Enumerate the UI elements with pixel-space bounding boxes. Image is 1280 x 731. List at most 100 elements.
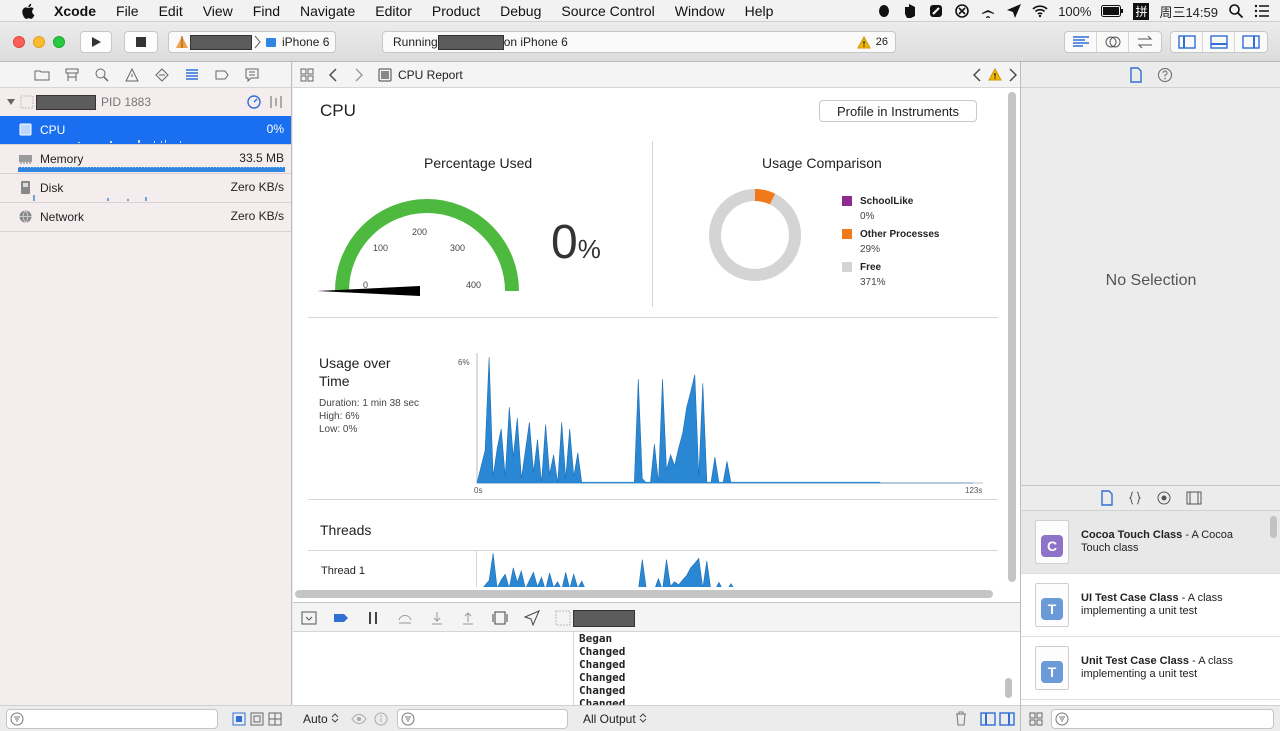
variables-view[interactable] xyxy=(293,632,574,705)
navigator-filter-field[interactable] xyxy=(6,709,218,729)
profile-in-instruments-button[interactable]: Profile in Instruments xyxy=(819,100,977,122)
jumpbar-title[interactable]: CPU Report xyxy=(398,68,463,82)
console-output[interactable]: Began Changed Changed Changed Changed Ch… xyxy=(574,632,1020,705)
library-scrollbar[interactable] xyxy=(1270,516,1277,538)
simulate-location-icon[interactable] xyxy=(524,610,540,626)
file-template-library-icon[interactable] xyxy=(1100,490,1114,506)
stop-button[interactable] xyxy=(124,31,158,53)
code-snippet-library-icon[interactable] xyxy=(1128,490,1142,506)
gauge-network[interactable]: Network Zero KB/s xyxy=(0,203,291,232)
menu-window[interactable]: Window xyxy=(675,3,725,19)
view-hierarchy-icon[interactable] xyxy=(492,610,508,626)
step-over-icon[interactable] xyxy=(397,610,413,626)
menu-debug[interactable]: Debug xyxy=(500,3,541,19)
issue-warning-icon[interactable] xyxy=(124,67,140,83)
notification-center-icon[interactable] xyxy=(1254,3,1270,19)
location-arrow-icon[interactable] xyxy=(1006,3,1022,19)
wifi-icon[interactable] xyxy=(1032,3,1048,19)
version-editor-button[interactable] xyxy=(1129,32,1161,52)
variables-filter-field[interactable] xyxy=(397,709,568,729)
airplane-icon[interactable] xyxy=(980,3,996,19)
previous-issue-icon[interactable] xyxy=(972,68,982,82)
debug-gauges-icon[interactable] xyxy=(184,67,200,83)
battery-percent[interactable]: 100% xyxy=(1058,4,1091,19)
evernote-icon[interactable] xyxy=(902,3,918,19)
toggle-navigator-button[interactable] xyxy=(1171,32,1203,52)
warning-count[interactable]: 26 xyxy=(876,36,888,48)
flashcards-icon[interactable] xyxy=(928,3,944,19)
forward-chevron-icon[interactable] xyxy=(354,68,364,82)
gauge-cpu[interactable]: CPU 0% xyxy=(0,116,291,145)
find-icon[interactable] xyxy=(94,67,110,83)
console-scrollbar[interactable] xyxy=(1005,678,1012,698)
trash-icon[interactable] xyxy=(954,711,968,726)
show-variables-view-icon[interactable] xyxy=(980,712,996,726)
library-item-unit-test-case-class[interactable]: T Unit Test Case Class - A class impleme… xyxy=(1021,637,1280,700)
input-method[interactable]: 拼 xyxy=(1133,2,1150,20)
report-icon[interactable] xyxy=(244,67,260,83)
menu-file[interactable]: File xyxy=(116,3,139,19)
console-output-selector[interactable]: All Output xyxy=(583,712,647,726)
object-library-icon[interactable] xyxy=(1156,490,1172,506)
menu-view[interactable]: View xyxy=(203,3,233,19)
library-item-ui-test-case-class[interactable]: T UI Test Case Class - A class implement… xyxy=(1021,574,1280,637)
report-vertical-scrollbar[interactable] xyxy=(1008,92,1016,582)
cross-circle-icon[interactable] xyxy=(954,3,970,19)
zoom-window-button[interactable] xyxy=(53,36,65,48)
menu-find[interactable]: Find xyxy=(253,3,280,19)
symbol-hierarchy-icon[interactable] xyxy=(64,67,80,83)
assistant-editor-button[interactable] xyxy=(1097,32,1129,52)
disclosure-triangle-icon[interactable] xyxy=(6,97,16,107)
process-row[interactable]: PID 1883 xyxy=(0,88,291,116)
show-console-view-icon[interactable] xyxy=(999,712,1015,726)
gauge-memory[interactable]: Memory 33.5 MB xyxy=(0,145,291,174)
file-inspector-icon[interactable] xyxy=(1129,66,1143,83)
menu-app-name[interactable]: Xcode xyxy=(54,3,96,19)
apple-icon[interactable] xyxy=(20,2,38,20)
jumpbar-warning-icon[interactable] xyxy=(988,68,1002,81)
step-out-icon[interactable] xyxy=(460,610,476,626)
filter-option-1-icon[interactable] xyxy=(232,712,246,726)
warning-icon[interactable] xyxy=(857,36,871,49)
debug-gauge-icon[interactable] xyxy=(247,95,261,109)
scheme-selector[interactable]: iPhone 6 xyxy=(168,31,336,53)
process-options-icon[interactable] xyxy=(268,95,284,109)
media-library-icon[interactable] xyxy=(1186,491,1202,505)
menu-source-control[interactable]: Source Control xyxy=(561,3,654,19)
info-circle-icon[interactable] xyxy=(374,712,388,726)
related-items-icon[interactable] xyxy=(300,68,314,82)
standard-editor-button[interactable] xyxy=(1065,32,1097,52)
hide-debug-area-icon[interactable] xyxy=(301,610,317,626)
battery-icon[interactable] xyxy=(1101,5,1124,17)
library-item-cocoa-touch-class[interactable]: C Cocoa Touch Class - A Cocoa Touch clas… xyxy=(1021,511,1280,574)
thread-frame-icon[interactable] xyxy=(555,610,571,626)
toggle-debug-area-button[interactable] xyxy=(1203,32,1235,52)
folder-icon[interactable] xyxy=(34,67,50,83)
library-grid-view-icon[interactable] xyxy=(1029,712,1043,726)
test-diamond-icon[interactable] xyxy=(154,67,170,83)
back-chevron-icon[interactable] xyxy=(328,68,338,82)
clock[interactable]: 周三14:59 xyxy=(1159,2,1218,21)
menu-help[interactable]: Help xyxy=(745,3,774,19)
menu-product[interactable]: Product xyxy=(432,3,480,19)
qq-icon[interactable] xyxy=(876,3,892,19)
filter-option-3-icon[interactable] xyxy=(268,712,282,726)
quick-help-icon[interactable] xyxy=(1157,67,1173,83)
filter-option-2-icon[interactable] xyxy=(250,712,264,726)
menu-edit[interactable]: Edit xyxy=(159,3,183,19)
quick-look-eye-icon[interactable] xyxy=(351,713,367,725)
minimize-window-button[interactable] xyxy=(33,36,45,48)
breakpoints-toggle-icon[interactable] xyxy=(333,610,349,626)
spotlight-icon[interactable] xyxy=(1228,3,1244,19)
next-issue-icon[interactable] xyxy=(1008,68,1018,82)
breakpoint-icon[interactable] xyxy=(214,67,230,83)
run-button[interactable] xyxy=(80,31,112,53)
toggle-utilities-button[interactable] xyxy=(1235,32,1267,52)
library-filter-field[interactable] xyxy=(1051,709,1274,729)
step-into-icon[interactable] xyxy=(429,610,445,626)
report-horizontal-scrollbar[interactable] xyxy=(295,590,993,598)
gauge-disk[interactable]: Disk Zero KB/s xyxy=(0,174,291,203)
pause-icon[interactable] xyxy=(365,610,381,626)
close-window-button[interactable] xyxy=(13,36,25,48)
menu-editor[interactable]: Editor xyxy=(375,3,412,19)
